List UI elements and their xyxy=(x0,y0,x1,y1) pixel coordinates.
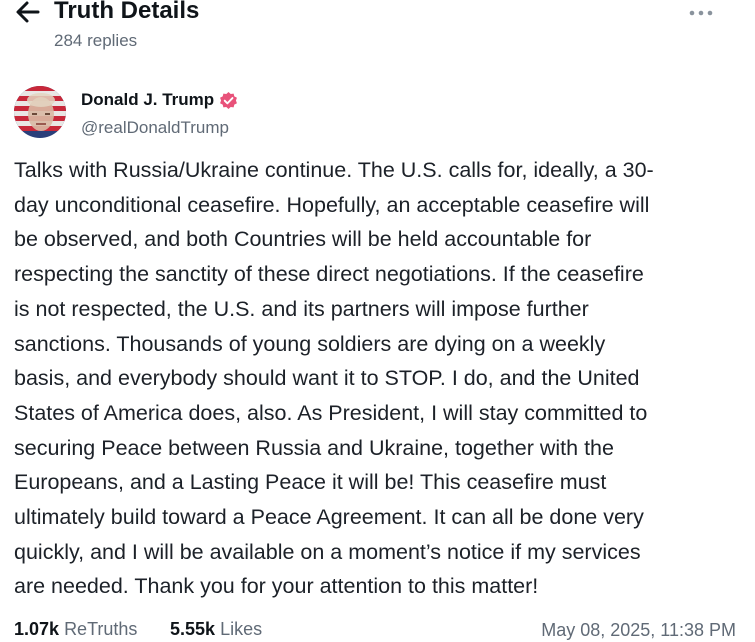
ellipsis-icon xyxy=(689,10,713,16)
likes-stat[interactable]: 5.55k Likes xyxy=(170,617,262,641)
back-button[interactable] xyxy=(14,0,42,24)
likes-count: 5.55k xyxy=(170,619,216,639)
likes-label: Likes xyxy=(220,619,263,639)
author-name-text: Donald J. Trump xyxy=(81,90,215,109)
author-name[interactable]: Donald J. Trump xyxy=(81,90,238,110)
retruths-count: 1.07k xyxy=(14,619,60,639)
avatar-image xyxy=(14,86,66,138)
retruths-stat[interactable]: 1.07k ReTruths xyxy=(14,617,137,641)
more-options-button[interactable] xyxy=(688,6,714,20)
retruths-label: ReTruths xyxy=(64,619,138,639)
page-header: Truth Details 284 replies xyxy=(0,0,755,60)
verified-badge-icon xyxy=(219,91,238,110)
arrow-left-icon xyxy=(16,1,40,23)
post-text: Talks with Russia/Ukraine continue. The … xyxy=(14,158,654,599)
author-handle[interactable]: @realDonaldTrump xyxy=(81,118,229,138)
post-timestamp[interactable]: May 08, 2025, 11:38 PM xyxy=(541,618,736,642)
reply-count: 284 replies xyxy=(54,31,138,50)
avatar[interactable] xyxy=(14,86,66,138)
page-title: Truth Details xyxy=(54,0,200,24)
post-stats: 1.07k ReTruths 5.55k Likes May 08, 2025,… xyxy=(14,617,736,642)
